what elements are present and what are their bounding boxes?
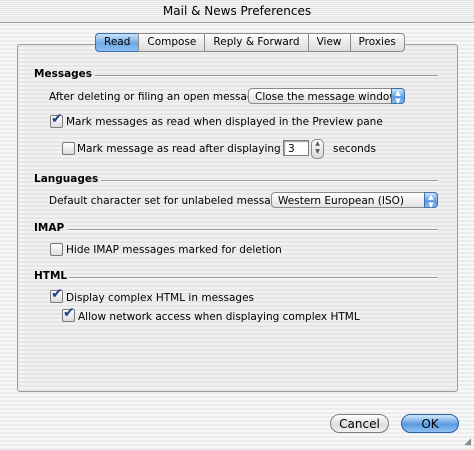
title-bar: Mail & News Preferences [0,0,474,23]
display-complex-html-label: Display complex HTML in messages [66,292,255,304]
popup-arrows-icon: ▲ ▼ [424,192,438,209]
charset-label: Default character set for unlabeled mess… [49,195,293,207]
divider [95,75,438,77]
mark-read-preview-checkbox[interactable]: ✔ [50,111,63,128]
tab-read[interactable]: Read [95,33,139,52]
mark-read-after-label: Mark message as read after displaying fo… [77,143,299,155]
hide-imap-deleted-checkbox[interactable] [50,243,63,256]
tab-reply-forward[interactable]: Reply & Forward [204,33,308,52]
popup-arrows-icon: ▲ ▼ [391,88,405,105]
section-heading-imap: IMAP [34,222,65,234]
checkmark-icon: ✔ [51,111,63,127]
tab-view[interactable]: View [307,33,350,52]
divider [68,229,438,231]
ok-button[interactable]: OK [401,414,459,433]
section-heading-html: HTML [34,270,68,282]
mark-read-after-checkbox[interactable] [62,142,75,155]
stepper-arrows-icon[interactable]: ▲ ▼ [311,139,324,159]
section-heading-messages: Messages [34,68,93,80]
seconds-label: seconds [333,143,376,155]
after-delete-label: After deleting or filing an open message… [49,91,264,103]
tab-bar: Read Compose Reply & Forward View Proxie… [95,33,405,52]
after-delete-popup[interactable]: Close the message window ▲ ▼ [248,88,405,105]
tab-compose[interactable]: Compose [138,33,205,52]
allow-network-access-label: Allow network access when displaying com… [78,311,360,323]
mark-read-seconds-input[interactable]: 3 [283,140,309,156]
divider [69,277,438,279]
display-complex-html-checkbox[interactable]: ✔ [50,286,63,303]
charset-value: Western European (ISO) [278,195,404,207]
after-delete-value: Close the message window [255,91,398,103]
cancel-button[interactable]: Cancel [330,414,389,433]
window-title: Mail & News Preferences [162,4,312,18]
tab-proxies[interactable]: Proxies [349,33,405,52]
checkmark-icon: ✔ [51,286,63,302]
allow-network-access-checkbox[interactable]: ✔ [62,305,75,322]
hide-imap-deleted-label: Hide IMAP messages marked for deletion [66,244,282,256]
charset-popup[interactable]: Western European (ISO) ▲ ▼ [271,192,438,209]
divider [101,180,438,182]
resize-grip-icon[interactable]: ◢ [464,437,471,447]
mark-read-preview-label: Mark messages as read when displayed in … [66,116,383,128]
section-heading-languages: Languages [34,173,99,185]
checkmark-icon: ✔ [63,305,75,321]
